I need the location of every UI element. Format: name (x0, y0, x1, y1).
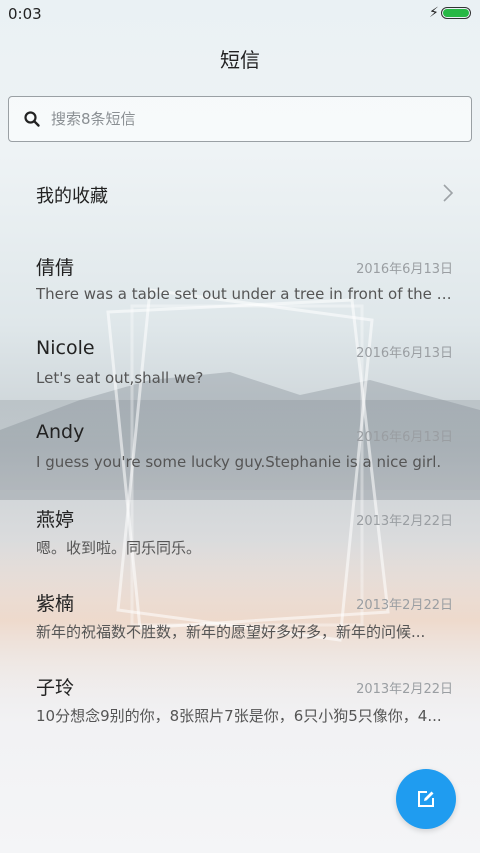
message-preview: 新年的祝福数不胜数，新年的愿望好多好多，新年的问候... (36, 623, 426, 641)
conversation-item[interactable]: Andy 2016年6月13日 I guess you're some luck… (0, 421, 480, 501)
contact-name: Nicole (36, 337, 95, 359)
message-preview: 嗯。收到啦。同乐同乐。 (36, 539, 202, 557)
message-preview: Let's eat out,shall we? (36, 369, 204, 387)
battery-level-fill (443, 9, 469, 17)
search-icon (24, 111, 40, 127)
compose-button[interactable] (396, 769, 456, 829)
contact-name: 倩倩 (36, 257, 75, 279)
message-date: 2016年6月13日 (356, 346, 453, 361)
message-date: 2016年6月13日 (356, 262, 453, 277)
message-date: 2013年2月22日 (356, 682, 453, 697)
message-preview: I guess you're some lucky guy.Stephanie … (36, 453, 442, 471)
page-title: 短信 (220, 48, 260, 72)
status-time: 0:03 (8, 5, 42, 23)
contact-name: Andy (36, 421, 85, 443)
message-preview: 10分想念9别的你，8张照片7张是你，6只小狗5只像你，4... (36, 707, 442, 725)
search-input[interactable] (51, 97, 471, 141)
conversation-item[interactable]: Nicole 2016年6月13日 Let's eat out,shall we… (0, 337, 480, 417)
compose-icon (418, 791, 434, 807)
conversation-item[interactable]: 燕婷 2013年2月22日 嗯。收到啦。同乐同乐。 (0, 505, 480, 585)
contact-name: 燕婷 (36, 509, 75, 531)
message-date: 2013年2月22日 (356, 514, 453, 529)
contact-name: 子玲 (36, 677, 75, 699)
bolt-icon: ⚡ (429, 5, 439, 21)
conversation-item[interactable]: 倩倩 2016年6月13日 There was a table set out … (0, 253, 480, 333)
battery-icon (441, 7, 471, 19)
status-bar: 0:03 ⚡ (0, 0, 480, 28)
conversation-item[interactable]: 紫楠 2013年2月22日 新年的祝福数不胜数，新年的愿望好多好多，新年的问候.… (0, 589, 480, 669)
favorites-label: 我的收藏 (36, 186, 108, 207)
message-date: 2016年6月13日 (356, 430, 453, 445)
favorites-row[interactable]: 我的收藏 (0, 170, 480, 216)
contact-name: 紫楠 (36, 593, 75, 615)
message-preview: There was a table set out under a tree i… (36, 285, 454, 303)
chevron-right-icon (443, 184, 454, 202)
message-date: 2013年2月22日 (356, 598, 453, 613)
conversation-item[interactable]: 子玲 2013年2月22日 10分想念9别的你，8张照片7张是你，6只小狗5只像… (0, 673, 480, 753)
search-bar[interactable] (8, 96, 472, 142)
